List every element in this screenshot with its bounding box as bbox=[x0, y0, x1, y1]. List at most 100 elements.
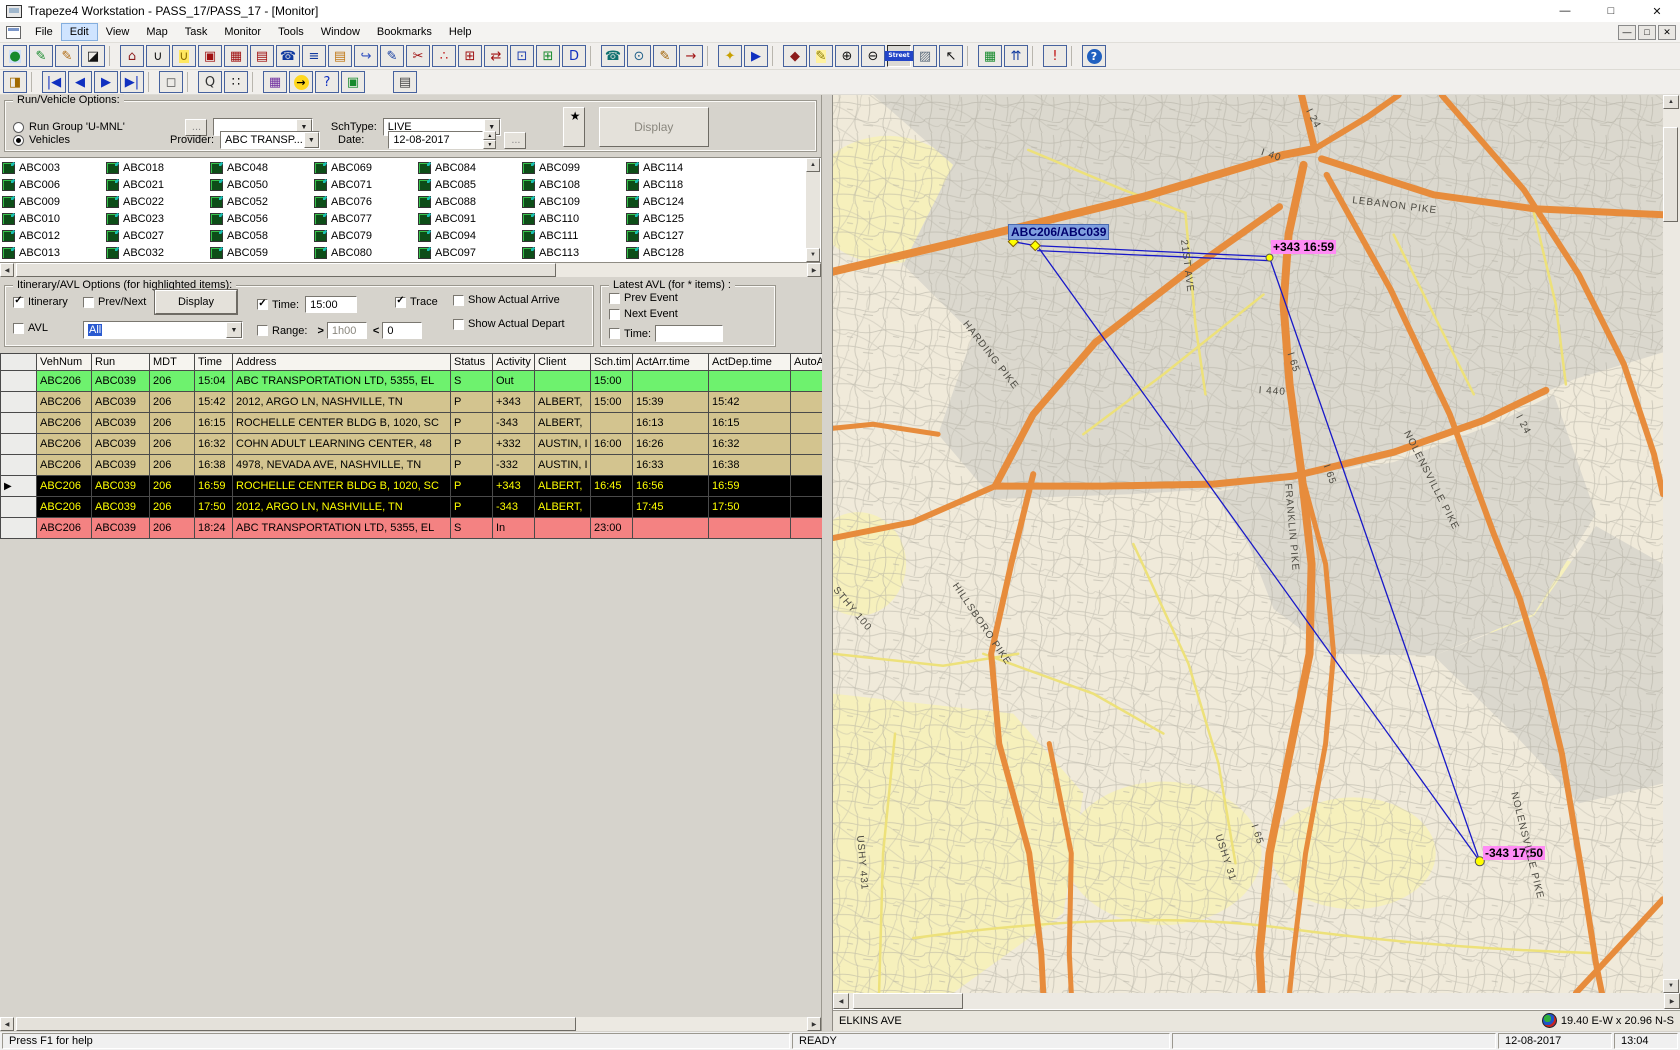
table-row[interactable]: ABC206ABC03920616:32COHN ADULT LEARNING … bbox=[1, 434, 823, 455]
column-header[interactable]: Sch.tim bbox=[591, 354, 633, 371]
table-row[interactable]: ABC206ABC03920615:422012, ARGO LN, NASHV… bbox=[1, 392, 823, 413]
vehicle-item[interactable]: ABC118 bbox=[626, 176, 730, 193]
annotate-button[interactable]: ✎ bbox=[380, 45, 404, 67]
column-header[interactable]: Activity bbox=[493, 354, 535, 371]
vehicle-item[interactable]: ABC058 bbox=[210, 227, 314, 244]
print-button[interactable]: ▤ bbox=[393, 71, 417, 93]
column-header[interactable]: Run bbox=[92, 354, 150, 371]
next-event-checkbox[interactable] bbox=[609, 309, 620, 320]
time-field[interactable]: 15:00 bbox=[305, 296, 357, 313]
close-button[interactable]: ✕ bbox=[1634, 0, 1680, 22]
column-header[interactable]: Status bbox=[451, 354, 493, 371]
table-row[interactable]: ABC206ABC03920618:24ABC TRANSPORTATION L… bbox=[1, 518, 823, 539]
mdi-restore-button[interactable]: □ bbox=[1638, 25, 1656, 40]
row-header[interactable] bbox=[1, 497, 37, 518]
monitor-view-button[interactable]: ⊡ bbox=[510, 45, 534, 67]
run-yellow-button[interactable]: ∪ bbox=[172, 45, 196, 67]
street-level-button[interactable]: Street bbox=[887, 45, 911, 67]
avl-checkbox[interactable] bbox=[13, 323, 24, 334]
vehicle-item[interactable]: ABC076 bbox=[314, 193, 418, 210]
scrollbar-thumb[interactable] bbox=[16, 263, 556, 277]
last-record-button[interactable]: ▶| bbox=[120, 71, 144, 93]
bus-assign-button[interactable]: ⊞ bbox=[536, 45, 560, 67]
vehicle-item[interactable]: ABC032 bbox=[106, 244, 210, 261]
range-lt-field[interactable]: 0 bbox=[382, 322, 422, 339]
alert-button[interactable]: ! bbox=[1043, 45, 1067, 67]
list-view-button[interactable]: ≡ bbox=[302, 45, 326, 67]
vehicle-item[interactable]: ABC124 bbox=[626, 193, 730, 210]
row-header[interactable]: ▶ bbox=[1, 476, 37, 497]
scroll-left-icon[interactable]: ◀ bbox=[0, 1017, 14, 1031]
scroll-left-icon[interactable]: ◀ bbox=[833, 993, 849, 1009]
column-header[interactable]: AutoArr bbox=[791, 354, 823, 371]
pan-map-button[interactable]: ◆ bbox=[783, 45, 807, 67]
map-vehicle-label[interactable]: ABC206/ABC039 bbox=[1008, 224, 1109, 240]
zoom-in-button[interactable]: ⊕ bbox=[835, 45, 859, 67]
show-actual-depart-checkbox[interactable] bbox=[453, 319, 464, 330]
menu-map[interactable]: Map bbox=[138, 24, 175, 40]
vehicle-item[interactable]: ABC113 bbox=[522, 244, 626, 261]
vehicles-radio[interactable] bbox=[13, 135, 24, 146]
vehicle-item[interactable]: ABC023 bbox=[106, 210, 210, 227]
column-header[interactable]: Client bbox=[535, 354, 591, 371]
mdi-child-icon[interactable] bbox=[6, 26, 21, 39]
vehicle-item[interactable]: ABC091 bbox=[418, 210, 522, 227]
vehicle-item[interactable]: ABC110 bbox=[522, 210, 626, 227]
bus-transfer-button[interactable]: ⇄ bbox=[484, 45, 508, 67]
bus-copy-button[interactable]: ▦ bbox=[224, 45, 248, 67]
menu-task[interactable]: Task bbox=[177, 24, 216, 40]
row-header[interactable] bbox=[1, 455, 37, 476]
map-sketch-button[interactable]: ✎ bbox=[55, 45, 79, 67]
row-header[interactable] bbox=[1, 434, 37, 455]
map-canvas[interactable]: ABC206/ABC039 +343 16:59 -343 17:50 I 24… bbox=[833, 95, 1663, 993]
scroll-right-icon[interactable]: ▶ bbox=[807, 1017, 821, 1031]
map-measure-button[interactable]: ✎ bbox=[809, 45, 833, 67]
provider-combo[interactable]: ABC TRANSP... ▼ bbox=[220, 131, 320, 149]
trace-steps-button[interactable]: ∷ bbox=[224, 71, 248, 93]
vehicle-item[interactable]: ABC018 bbox=[106, 159, 210, 176]
mdi-close-button[interactable]: ✕ bbox=[1658, 25, 1676, 40]
date-browse-button[interactable]: ... bbox=[504, 132, 526, 149]
menu-edit[interactable]: Edit bbox=[62, 24, 97, 40]
prev-event-checkbox[interactable] bbox=[609, 293, 620, 304]
chevron-down-icon[interactable]: ▼ bbox=[304, 132, 319, 148]
map-globe-button[interactable]: ● bbox=[3, 45, 27, 67]
map-find-button[interactable]: ⊙ bbox=[627, 45, 651, 67]
help-button[interactable]: ? bbox=[1082, 45, 1106, 67]
vehicle-item[interactable]: ABC009 bbox=[2, 193, 106, 210]
table-row[interactable]: ABC206ABC03920615:04ABC TRANSPORTATION L… bbox=[1, 371, 823, 392]
vehicle-item[interactable]: ABC003 bbox=[2, 159, 106, 176]
vehicle-item[interactable]: ABC071 bbox=[314, 176, 418, 193]
chevron-down-icon[interactable]: ▼ bbox=[226, 322, 242, 338]
vehicle-item[interactable]: ABC077 bbox=[314, 210, 418, 227]
window-run-button[interactable]: ▶ bbox=[744, 45, 768, 67]
table-row[interactable]: ▶ABC206ABC03920616:59ROCHELLE CENTER BLD… bbox=[1, 476, 823, 497]
vehicle-item[interactable]: ABC050 bbox=[210, 176, 314, 193]
scroll-right-icon[interactable]: ▶ bbox=[807, 263, 821, 277]
map-edit-button[interactable]: ✎ bbox=[29, 45, 53, 67]
radio-comm-button[interactable]: ⇈ bbox=[1004, 45, 1028, 67]
passenger-off-button[interactable]: → bbox=[679, 45, 703, 67]
dispatch-call-button[interactable]: ☎ bbox=[276, 45, 300, 67]
vehicle-item[interactable]: ABC059 bbox=[210, 244, 314, 261]
vehicle-item[interactable]: ABC127 bbox=[626, 227, 730, 244]
zoom-out-button[interactable]: ⊖ bbox=[861, 45, 885, 67]
vehicle-item[interactable]: ABC006 bbox=[2, 176, 106, 193]
vehicle-item[interactable]: ABC056 bbox=[210, 210, 314, 227]
prev-next-checkbox[interactable] bbox=[83, 297, 94, 308]
vehicle-item[interactable]: ABC012 bbox=[2, 227, 106, 244]
vehicle-item[interactable]: ABC052 bbox=[210, 193, 314, 210]
vehicle-item[interactable]: ABC109 bbox=[522, 193, 626, 210]
map-vscrollbar[interactable]: ▲ ▼ bbox=[1663, 95, 1680, 993]
vehicle-list-hscrollbar[interactable]: ◀ ▶ bbox=[0, 263, 821, 277]
latest-time-field[interactable] bbox=[655, 325, 723, 342]
vehicle-item[interactable]: ABC088 bbox=[418, 193, 522, 210]
run-dark-button[interactable]: ∪ bbox=[146, 45, 170, 67]
client-call-button[interactable]: ☎ bbox=[601, 45, 625, 67]
vehicle-item[interactable]: ABC111 bbox=[522, 227, 626, 244]
column-header[interactable]: Address bbox=[233, 354, 451, 371]
vehicle-item[interactable]: ABC021 bbox=[106, 176, 210, 193]
new-document-button[interactable]: ◻ bbox=[159, 71, 183, 93]
vehicle-item[interactable]: ABC084 bbox=[418, 159, 522, 176]
bus-grid-button[interactable]: ▤ bbox=[250, 45, 274, 67]
